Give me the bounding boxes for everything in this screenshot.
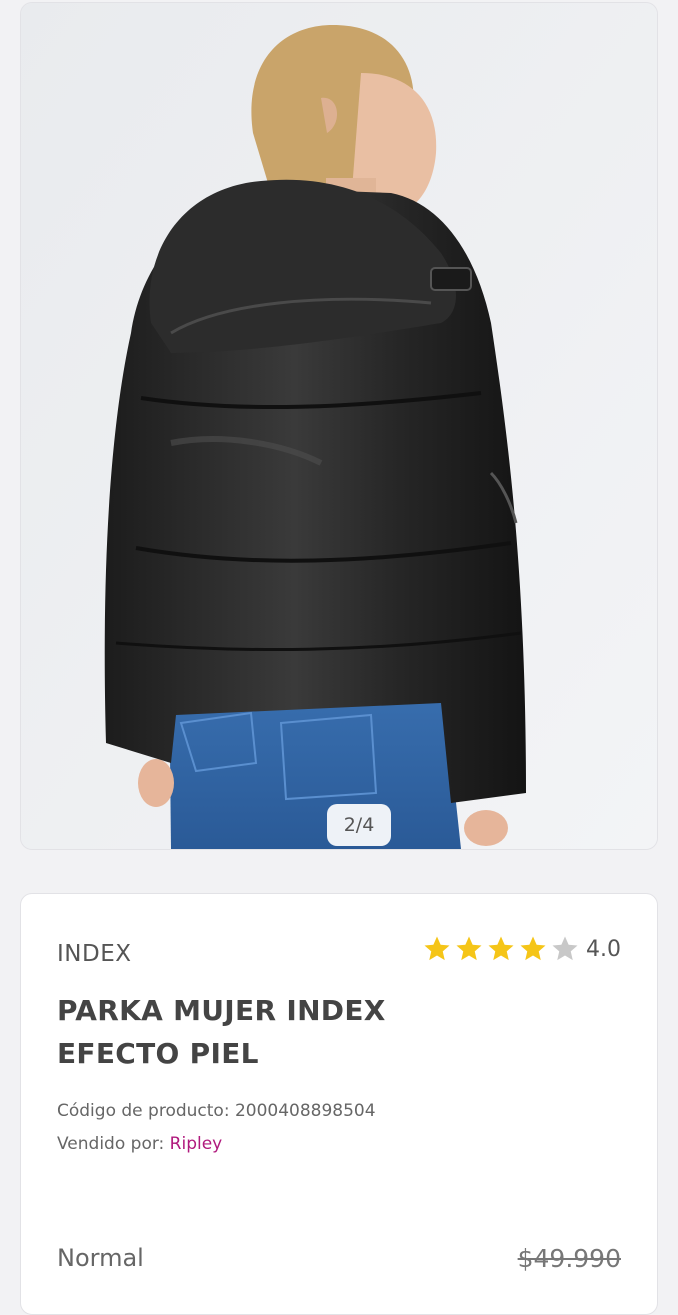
star-empty-icon xyxy=(550,934,580,964)
seller-info: Vendido por: Ripley xyxy=(57,1134,222,1154)
star-filled-icon xyxy=(518,934,548,964)
seller-label: Vendido por: xyxy=(57,1134,170,1154)
product-info-card: INDEX 4.0 PARKA MUJER INDEX EFECTO PIEL … xyxy=(20,893,658,1315)
normal-price: $49.990 xyxy=(517,1244,621,1273)
rating-value: 4.0 xyxy=(586,936,621,962)
image-counter: 2/4 xyxy=(327,804,391,846)
star-filled-icon xyxy=(486,934,516,964)
brand-name[interactable]: INDEX xyxy=(57,941,132,967)
product-title-line-1: PARKA MUJER INDEX xyxy=(57,994,386,1027)
product-code: Código de producto: 2000408898504 xyxy=(57,1101,376,1121)
price-row-normal: Normal $49.990 xyxy=(21,1244,657,1280)
product-title: PARKA MUJER INDEX EFECTO PIEL xyxy=(57,989,477,1075)
price-label-normal: Normal xyxy=(57,1244,144,1272)
star-filled-icon xyxy=(422,934,452,964)
seller-link[interactable]: Ripley xyxy=(170,1134,223,1154)
product-photo xyxy=(21,3,657,849)
product-image-gallery[interactable]: 2/4 xyxy=(20,2,658,850)
rating[interactable]: 4.0 xyxy=(422,934,621,964)
star-filled-icon xyxy=(454,934,484,964)
product-title-line-2: EFECTO PIEL xyxy=(57,1037,259,1070)
